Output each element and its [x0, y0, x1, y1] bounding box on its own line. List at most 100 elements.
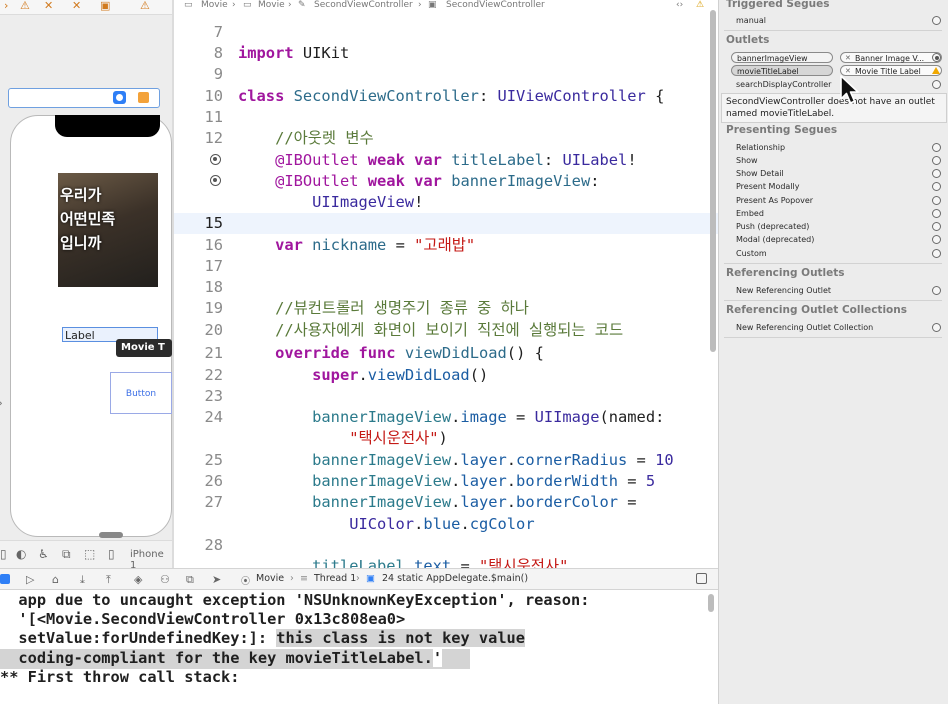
editor-scrollbar[interactable] — [710, 10, 716, 352]
connection-circle-icon[interactable] — [932, 323, 941, 332]
remove-connection-icon[interactable]: ✕ — [845, 53, 851, 64]
code-line[interactable]: 26 bannerImageView.layer.borderWidth = 5 — [174, 471, 718, 492]
code-line[interactable]: 14 @IBOutlet weak var bannerImageView: — [174, 171, 718, 192]
environment-icon[interactable]: ⧉ — [186, 573, 194, 587]
storyboard-canvas[interactable]: › ⚠ ✕ ✕ ▣ ⚠ 우리가 어떤민족 입니까 Label Movie T B… — [0, 0, 172, 568]
type-name: UIViewController — [497, 87, 646, 105]
code-line[interactable]: 7 — [174, 22, 718, 43]
step-in-icon[interactable]: ⤓ — [80, 573, 85, 587]
banner-image-view[interactable]: 우리가 어떤민족 입니까 — [58, 173, 158, 287]
connection-circle-icon[interactable] — [932, 156, 941, 165]
orientation-icon[interactable]: ⧉ — [62, 547, 71, 562]
code-line[interactable]: 23 — [174, 386, 718, 407]
code-line[interactable]: 27 bannerImageView.layer.borderColor = — [174, 492, 718, 513]
code-line[interactable]: 21 override func viewDidLoad() { — [174, 343, 718, 364]
connection-circle-icon[interactable] — [932, 53, 941, 62]
code-line[interactable]: 22 super.viewDidLoad() — [174, 365, 718, 386]
punct: () — [469, 366, 489, 384]
property-name: nickname — [312, 236, 387, 254]
punct: ) — [438, 429, 448, 447]
accessibility-icon[interactable]: ♿ — [38, 547, 49, 561]
step-over-icon[interactable]: ⌂ — [52, 573, 59, 586]
code-line[interactable]: 9 — [174, 64, 718, 85]
cube-icon[interactable] — [138, 92, 149, 103]
layout-icon[interactable]: ⬚ — [84, 547, 95, 561]
connection-circle-icon[interactable] — [932, 235, 941, 244]
jumpbar-item[interactable]: Movie — [258, 0, 285, 10]
canvas-filter-field[interactable] — [8, 88, 160, 108]
referencing-collection-item: New Referencing Outlet Collection — [736, 323, 874, 332]
code-line[interactable]: 17 — [174, 256, 718, 277]
property-ref: blue — [423, 515, 461, 533]
code-line[interactable]: 28 — [174, 535, 718, 556]
console-output[interactable]: app due to uncaught exception 'NSUnknown… — [0, 590, 718, 704]
step-out-icon[interactable]: ⤒ — [106, 573, 111, 587]
canvas-button[interactable]: Button — [110, 372, 172, 414]
merge-icon[interactable]: ✕ — [72, 0, 81, 12]
attribute: @IBOutlet — [275, 172, 359, 190]
connection-circle-icon[interactable] — [932, 143, 941, 152]
code-line[interactable]: 20 //사용자에게 화면이 보이기 직전에 실행되는 코드 — [174, 320, 718, 341]
device-icon[interactable]: ▯ — [0, 547, 7, 561]
debug-crumb-app[interactable]: Movie — [256, 573, 284, 584]
code-line[interactable]: 16 var nickname = "고래밥" — [174, 235, 718, 256]
outlet-connection[interactable]: ✕ Banner Image V... — [840, 52, 942, 63]
code-line[interactable]: "택시운전사") — [174, 428, 718, 449]
code-line-partial[interactable]: titleLabel.text = "택시운전사" — [174, 556, 718, 568]
connection-circle-icon[interactable] — [932, 182, 941, 191]
code-line[interactable]: UIImageView! — [174, 192, 718, 213]
jumpbar-item[interactable]: SecondViewController — [314, 0, 413, 10]
code-editor[interactable]: ▭ Movie › ▭ Movie › ✎ SecondViewControll… — [174, 0, 718, 568]
code-line[interactable]: 19 //뷰컨트롤러 생명주기 종류 중 하나 — [174, 298, 718, 319]
code-line[interactable]: UIColor.blue.cgColor — [174, 514, 718, 535]
warning-icon[interactable]: ⚠ — [20, 0, 30, 12]
connection-circle-icon[interactable] — [932, 16, 941, 25]
calendar-icon[interactable]: ▣ — [100, 0, 110, 12]
view-debugger-icon[interactable]: ◈ — [134, 573, 142, 586]
warning-icon[interactable]: ⚠ — [696, 0, 704, 10]
code-line[interactable]: 13 @IBOutlet weak var titleLabel: UILabe… — [174, 150, 718, 171]
warning-icon[interactable] — [932, 67, 940, 74]
location-icon[interactable]: ➤ — [212, 573, 221, 586]
outlet-connection-icon[interactable] — [210, 154, 221, 165]
connection-circle-icon[interactable] — [932, 169, 941, 178]
jumpbar-item[interactable]: Movie — [201, 0, 228, 10]
code-line[interactable]: 18 — [174, 277, 718, 298]
console-toggle-icon[interactable] — [696, 573, 707, 584]
connection-circle-icon[interactable] — [932, 222, 941, 231]
jumpbar-item[interactable]: SecondViewController — [446, 0, 545, 10]
current-code-line[interactable]: 15 — [174, 213, 718, 234]
debug-crumb-frame[interactable]: 24 static AppDelegate.$main() — [382, 573, 528, 584]
connection-circle-icon[interactable] — [932, 209, 941, 218]
connection-circle-icon[interactable] — [932, 249, 941, 258]
line-number: 21 — [204, 344, 223, 362]
iphone-icon[interactable]: ▯ — [108, 547, 115, 561]
punct: . — [506, 493, 517, 511]
debug-area-toggle-icon[interactable] — [0, 574, 10, 584]
code-line[interactable]: 25 bannerImageView.layer.cornerRadius = … — [174, 450, 718, 471]
chevron-icon[interactable]: › — [4, 0, 8, 12]
connection-circle-icon[interactable] — [932, 196, 941, 205]
console-selected-text: coding-compliant for the key movieTitleL… — [0, 649, 433, 667]
code-line[interactable]: 11 — [174, 107, 718, 128]
merge-icon[interactable]: ✕ — [44, 0, 53, 12]
connection-circle-icon[interactable] — [932, 80, 941, 89]
console-scrollbar[interactable] — [708, 594, 714, 612]
nav-arrows-icon[interactable]: ‹› — [676, 0, 683, 10]
connection-circle-icon[interactable] — [932, 286, 941, 295]
code-line[interactable]: 12 //아웃렛 변수 — [174, 128, 718, 149]
code-line[interactable]: 10 class SecondViewController: UIViewCont… — [174, 86, 718, 107]
device-label[interactable]: iPhone 1 — [130, 549, 172, 568]
code-line[interactable]: 8 import UIKit — [174, 43, 718, 64]
scene-icon[interactable] — [113, 91, 126, 104]
appearance-icon[interactable]: ◐ — [16, 547, 26, 561]
memory-graph-icon[interactable]: ⚇ — [160, 573, 170, 586]
canvas-scrollbar[interactable] — [99, 532, 123, 538]
punct: ! — [627, 151, 637, 169]
continue-icon[interactable]: ▷ — [26, 573, 34, 586]
console-line: setValue:forUndefinedKey:]: this class i… — [0, 629, 525, 649]
code-line[interactable]: 24 bannerImageView.image = UIImage(named… — [174, 407, 718, 428]
warning-icon[interactable]: ⚠ — [140, 0, 150, 12]
outlet-connection-icon[interactable] — [210, 175, 221, 186]
debug-crumb-thread[interactable]: Thread 1 — [314, 573, 356, 584]
